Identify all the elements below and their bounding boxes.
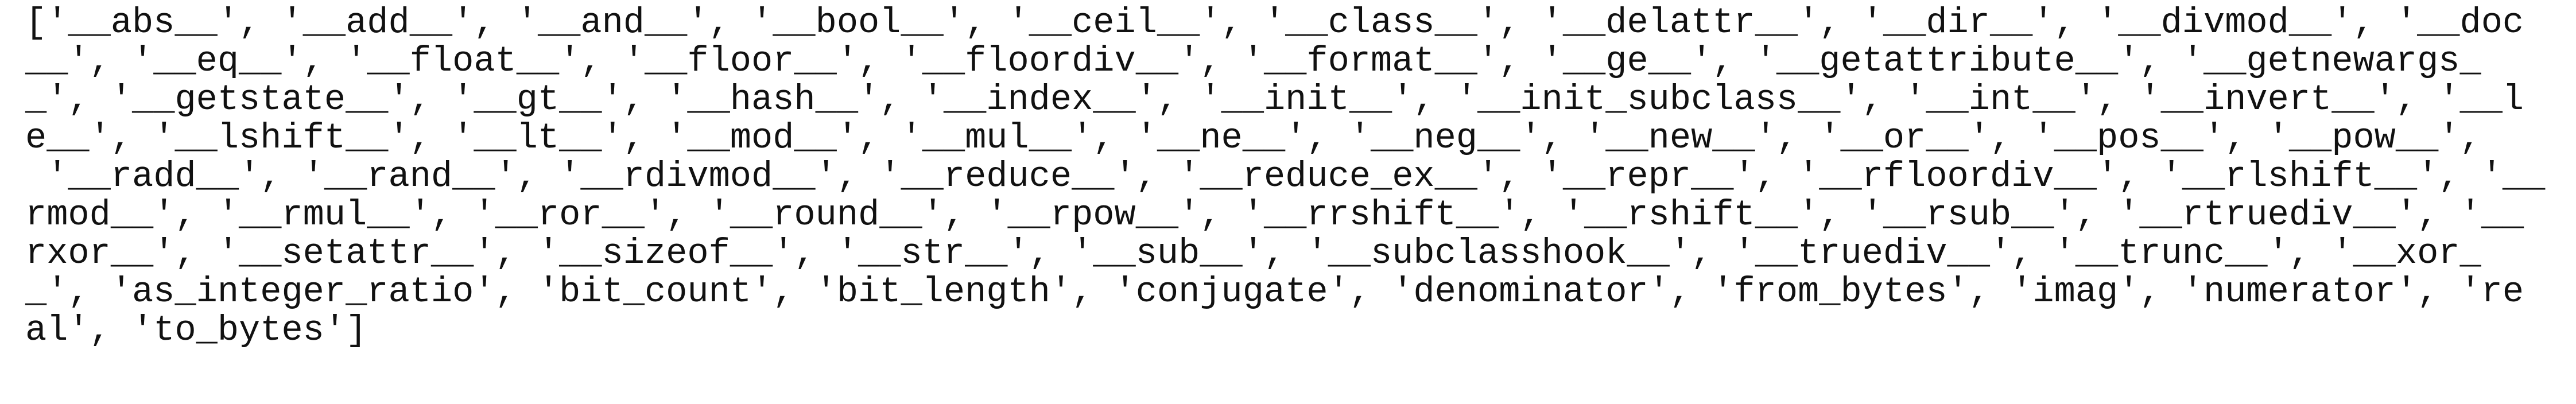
output-line: al', 'to_bytes'] [25, 310, 367, 351]
output-line: __', '__eq__', '__float__', '__floor__',… [25, 41, 2481, 81]
output-line: ['__abs__', '__add__', '__and__', '__boo… [25, 2, 2524, 43]
output-line: '__radd__', '__rand__', '__rdivmod__', '… [25, 156, 2546, 197]
output-line: _', 'as_integer_ratio', 'bit_count', 'bi… [25, 271, 2524, 312]
output-line: rmod__', '__rmul__', '__ror__', '__round… [25, 195, 2524, 235]
output-line: rxor__', '__setattr__', '__sizeof__', '_… [25, 233, 2481, 274]
console-output: ['__abs__', '__add__', '__and__', '__boo… [25, 3, 2545, 349]
output-line: _', '__getstate__', '__gt__', '__hash__'… [25, 79, 2524, 120]
output-line: e__', '__lshift__', '__lt__', '__mod__',… [25, 118, 2481, 158]
